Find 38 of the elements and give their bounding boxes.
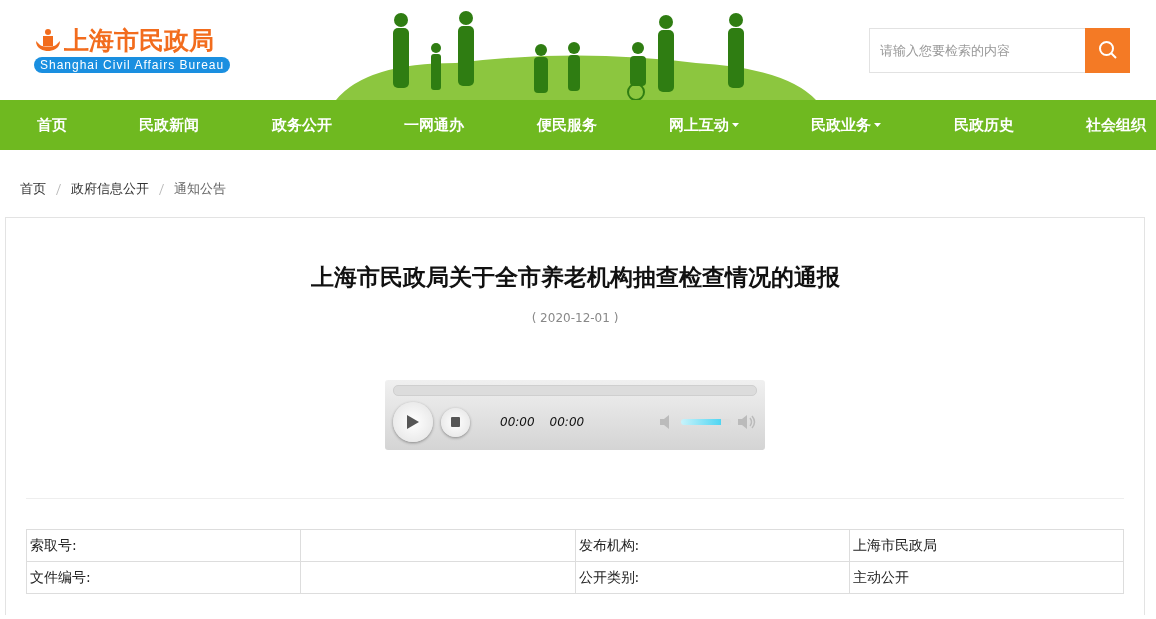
nav-link[interactable]: 民政业务 (811, 115, 882, 135)
table-cell: 索取号: (26, 529, 301, 562)
search-icon (1097, 40, 1118, 60)
breadcrumb-link[interactable]: 政府信息公开 (71, 180, 149, 198)
nav-link[interactable]: 首页 (37, 115, 67, 135)
breadcrumb-separator-icon (159, 183, 164, 195)
nav-link[interactable]: 社会组织 (1086, 115, 1146, 135)
logo-title: 上海市民政局 (64, 27, 214, 53)
breadcrumb-separator-icon (56, 183, 61, 195)
logo-subtitle: Shanghai Civil Affairs Bureau (34, 57, 231, 73)
nav-link[interactable]: 民政历史 (953, 115, 1014, 135)
current-time: 00:00 (500, 415, 535, 429)
article-date: ( 2020-12-01 ) (531, 311, 619, 325)
seek-bar[interactable] (393, 385, 757, 396)
table-cell: 主动公开 (849, 561, 1124, 594)
stop-icon (451, 417, 460, 427)
breadcrumb-link[interactable]: 首页 (20, 180, 46, 198)
search-button[interactable] (1085, 27, 1130, 73)
nav-link[interactable]: 便民服务 (536, 115, 597, 135)
table-cell: 文件编号: (26, 561, 301, 594)
breadcrumb-link[interactable]: 通知公告 (174, 180, 226, 198)
stop-button[interactable] (441, 407, 470, 437)
table-cell: 公开类别: (575, 561, 850, 594)
logo-emblem-icon (34, 27, 62, 53)
nav-link[interactable]: 政务公开 (271, 115, 332, 135)
duration: 00:00 (549, 415, 585, 429)
play-icon (407, 415, 419, 429)
table-cell: 发布机构: (575, 529, 850, 562)
play-button[interactable] (393, 402, 433, 442)
search-field[interactable]: 请输入您要检索的内容 (869, 27, 1085, 73)
caret-icon (731, 123, 739, 127)
article-title: 上海市民政局关于全市养老机构抽查检查情况的通报 (310, 263, 840, 292)
table-cell: 上海市民政局 (849, 529, 1124, 562)
nav-link[interactable]: 网上互动 (668, 115, 739, 135)
caret-icon (874, 123, 882, 127)
nav-link[interactable]: 一网通办 (404, 115, 465, 135)
volume-high-icon[interactable] (737, 414, 757, 430)
nav-link[interactable]: 民政新闻 (139, 115, 200, 135)
